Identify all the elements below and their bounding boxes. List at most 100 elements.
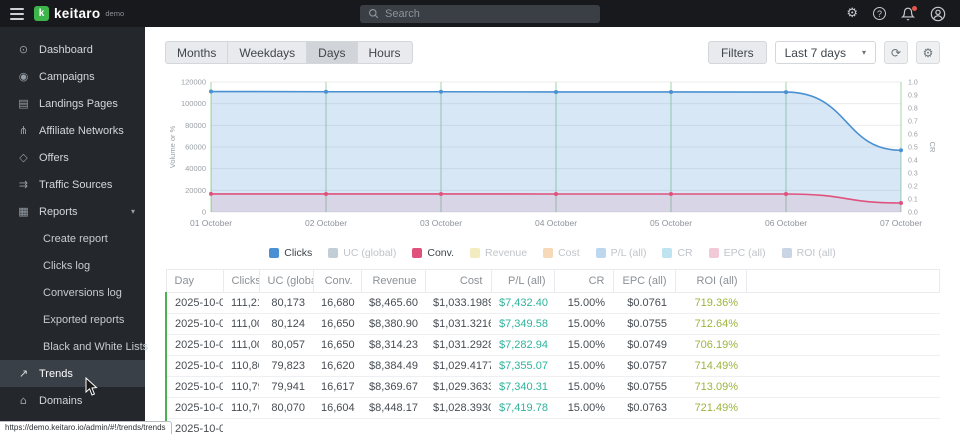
refresh-button[interactable]: ⟳ (884, 41, 908, 64)
help-icon[interactable]: ? (873, 7, 886, 20)
sidebar-item-trends[interactable]: ↗Trends (0, 360, 145, 387)
tab-days[interactable]: Days (306, 41, 356, 64)
tab-hours[interactable]: Hours (357, 41, 413, 64)
value-cell: $1,031.2928 (425, 335, 491, 356)
legend-item-cost[interactable]: Cost (543, 247, 580, 259)
legend-item-roi-all[interactable]: ROI (all) (782, 247, 836, 259)
sidebar-item-label: Exported reports (43, 314, 124, 326)
sidebar-item-traffic-sources[interactable]: ⇉Traffic Sources (0, 171, 145, 198)
legend-label: EPC (all) (724, 247, 766, 259)
legend-item-cr[interactable]: CR (662, 247, 692, 259)
day-cell: 2025-10-04 (166, 356, 223, 377)
column-header-roi-all[interactable]: ROI (all) (675, 270, 746, 293)
value-cell: 16,620 (313, 356, 361, 377)
filler-cell (746, 335, 940, 356)
sidebar-item-label: Reports (39, 206, 78, 218)
search-input[interactable] (385, 8, 592, 20)
sidebar-item-reports[interactable]: ▦Reports▾ (0, 198, 145, 225)
sidebar-item-create-report[interactable]: Create report (0, 225, 145, 252)
sidebar-item-label: Dashboard (39, 44, 93, 56)
trends-chart[interactable]: 0200004000060000800001000001200000.00.10… (165, 76, 940, 245)
svg-text:0: 0 (202, 208, 206, 217)
domains-icon: ⌂ (17, 394, 30, 407)
value-cell: $7,349.58 (491, 314, 554, 335)
svg-text:04 October: 04 October (535, 218, 577, 228)
sidebar-item-conversions-log[interactable]: Conversions log (0, 279, 145, 306)
day-cell: 2025-10-07 (166, 419, 223, 434)
menu-icon[interactable] (0, 0, 34, 27)
chart-settings-button[interactable]: ⚙ (916, 41, 940, 64)
svg-text:0.8: 0.8 (908, 106, 918, 113)
logo[interactable]: k keitaro demo (34, 6, 124, 21)
sidebar-item-landings-pages[interactable]: ▤Landings Pages (0, 90, 145, 117)
day-cell: 2025-10-06 (166, 398, 223, 419)
column-header-conv[interactable]: Conv. (313, 270, 361, 293)
value-cell: 706.19% (675, 335, 746, 356)
chevron-down-icon: ▾ (131, 207, 135, 216)
table-row: 2025-10-06110,7080,07016,604$8,448.17$1,… (166, 398, 940, 419)
sidebar-item-offers[interactable]: ◇Offers (0, 144, 145, 171)
legend-item-conv[interactable]: Conv. (412, 247, 454, 259)
value-cell: 714.49% (675, 356, 746, 377)
sidebar-item-exported-reports[interactable]: Exported reports (0, 306, 145, 333)
svg-text:Volume or %: Volume or % (168, 125, 177, 168)
legend-item-p-l-all[interactable]: P/L (all) (596, 247, 647, 259)
date-range-select[interactable]: Last 7 days ▾ (775, 41, 876, 64)
sidebar-item-label: Landings Pages (39, 98, 118, 110)
legend-label: ROI (all) (797, 247, 836, 259)
sidebar-item-black-and-white-lists[interactable]: Black and White Lists (0, 333, 145, 360)
tab-weekdays[interactable]: Weekdays (227, 41, 306, 64)
day-cell: 2025-10-01 (166, 293, 223, 314)
chart-legend: Clicks UC (global) Conv. Revenue Cost P/L (al… (165, 247, 940, 259)
search-bar[interactable] (360, 5, 600, 23)
value-cell: $1,028.3930 (425, 398, 491, 419)
date-range-value: Last 7 days (785, 46, 846, 60)
column-header-clicks[interactable]: Clicks (223, 270, 259, 293)
svg-text:0.2: 0.2 (908, 184, 918, 191)
svg-text:0.3: 0.3 (908, 171, 918, 178)
sidebar-item-dashboard[interactable]: ⊙Dashboard (0, 36, 145, 63)
sidebar-item-clicks-log[interactable]: Clicks log (0, 252, 145, 279)
search-icon (368, 8, 379, 19)
column-header-p-l-all[interactable]: P/L (all) (491, 270, 554, 293)
value-cell: $8,369.67 (361, 377, 425, 398)
legend-item-uc-global[interactable]: UC (global) (328, 247, 396, 259)
affiliate-icon: ⋔ (17, 124, 30, 137)
svg-text:01 October: 01 October (190, 218, 232, 228)
legend-item-epc-all[interactable]: EPC (all) (709, 247, 766, 259)
sidebar-item-campaigns[interactable]: ◉Campaigns (0, 63, 145, 90)
legend-swatch (543, 248, 553, 258)
value-cell (675, 419, 746, 434)
legend-item-revenue[interactable]: Revenue (470, 247, 527, 259)
value-cell: 111,00 (223, 314, 259, 335)
column-header-filler (746, 270, 940, 293)
svg-text:100000: 100000 (181, 99, 206, 108)
legend-label: Clicks (284, 247, 312, 259)
settings-gear-icon[interactable]: ⚙ (846, 6, 858, 21)
value-cell: $8,465.60 (361, 293, 425, 314)
value-cell: $7,432.40 (491, 293, 554, 314)
value-cell: 80,070 (259, 398, 313, 419)
value-cell: 15.00% (554, 356, 613, 377)
column-header-revenue[interactable]: Revenue (361, 270, 425, 293)
column-header-day[interactable]: Day (166, 270, 223, 293)
value-cell: $0.0763 (613, 398, 675, 419)
user-avatar-icon[interactable] (930, 6, 946, 22)
sidebar: ⊙Dashboard◉Campaigns▤Landings Pages⋔Affi… (0, 27, 145, 434)
legend-swatch (470, 248, 480, 258)
sidebar-item-domains[interactable]: ⌂Domains (0, 387, 145, 414)
sidebar-item-affiliate-networks[interactable]: ⋔Affiliate Networks (0, 117, 145, 144)
column-header-cost[interactable]: Cost (425, 270, 491, 293)
value-cell: $7,355.07 (491, 356, 554, 377)
value-cell: 111,00 (223, 335, 259, 356)
column-header-uc-global[interactable]: UC (global) (259, 270, 313, 293)
legend-item-clicks[interactable]: Clicks (269, 247, 312, 259)
notifications-bell-icon[interactable] (901, 7, 915, 21)
table-row: 2025-10-02111,0080,12416,650$8,380.90$1,… (166, 314, 940, 335)
filters-button[interactable]: Filters (708, 41, 767, 64)
legend-swatch (412, 248, 422, 258)
value-cell: 712.64% (675, 314, 746, 335)
column-header-cr[interactable]: CR (554, 270, 613, 293)
column-header-epc-all[interactable]: EPC (all) (613, 270, 675, 293)
tab-months[interactable]: Months (165, 41, 227, 64)
